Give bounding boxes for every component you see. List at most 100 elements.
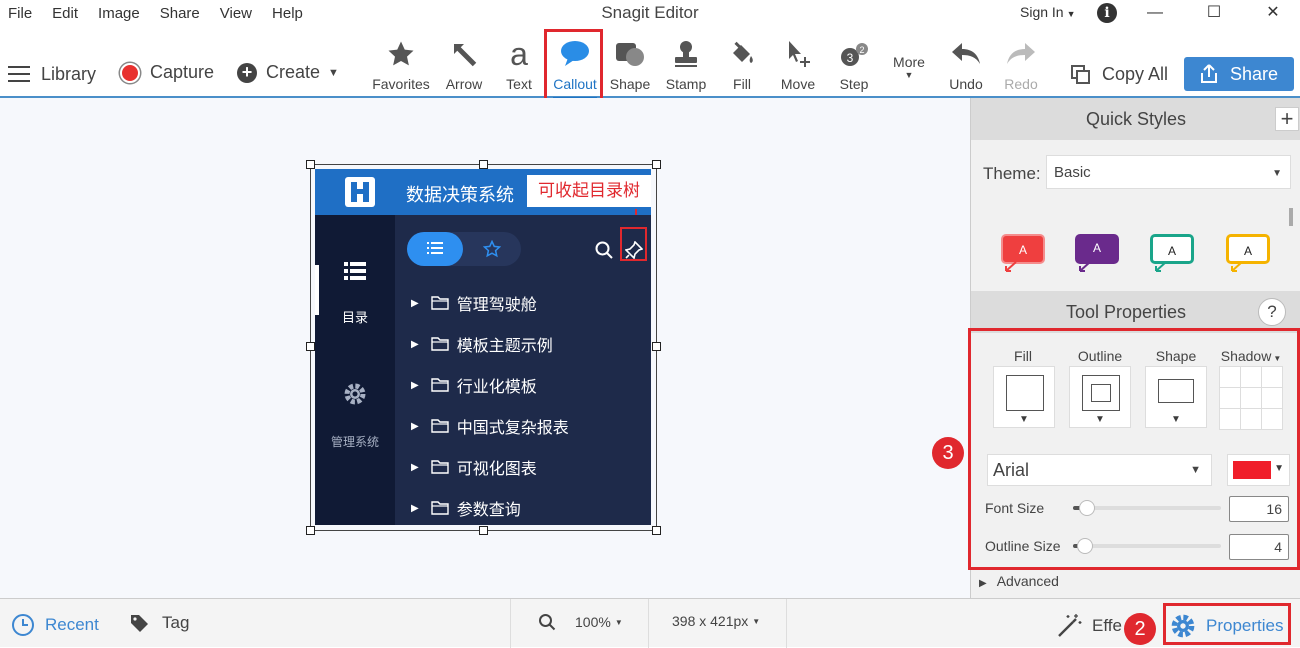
sign-in-label: Sign In <box>1020 4 1064 20</box>
divider <box>648 599 649 648</box>
tool-move[interactable]: Move <box>768 38 828 92</box>
tree-item[interactable]: ▶ 模板主题示例 <box>411 332 553 356</box>
shape-icon <box>600 38 660 70</box>
menu-help[interactable]: Help <box>272 5 303 22</box>
menu-view[interactable]: View <box>220 5 252 22</box>
record-icon <box>120 62 140 83</box>
advanced-section-toggle[interactable]: ▶ Advanced <box>979 573 1059 589</box>
redo-label: Redo <box>1004 76 1038 92</box>
resize-handle[interactable] <box>479 526 488 535</box>
tool-arrow[interactable]: Arrow <box>434 38 494 92</box>
sidebar-item-admin[interactable]: 管理系统 <box>315 433 395 450</box>
folder-icon <box>431 296 449 310</box>
theme-value: Basic <box>1054 164 1091 181</box>
undo-label: Undo <box>949 76 983 92</box>
chevron-down-icon: ▼ <box>328 66 339 79</box>
tree-item[interactable]: ▶ 管理驾驶舱 <box>411 291 537 315</box>
tool-stamp[interactable]: Stamp <box>656 38 716 92</box>
sidebar-item-catalog[interactable]: 目录 <box>315 307 395 326</box>
svg-text:2: 2 <box>859 45 864 55</box>
help-button[interactable]: ? <box>1258 298 1286 326</box>
redo-button[interactable]: Redo <box>991 38 1051 92</box>
copy-icon <box>1071 64 1091 85</box>
theme-select[interactable]: Basic ▼ <box>1046 155 1291 189</box>
callout-annotation[interactable]: 可收起目录树 <box>527 175 651 207</box>
effects-label: Effe <box>1092 616 1122 635</box>
capture-button[interactable]: Capture <box>120 62 214 83</box>
close-button[interactable]: ✕ <box>1258 2 1288 24</box>
tool-label: Arrow <box>445 76 483 92</box>
quick-style-teal[interactable]: A <box>1150 234 1194 264</box>
undo-button[interactable]: Undo <box>936 38 996 92</box>
folder-icon <box>431 501 449 515</box>
quick-style-red[interactable]: A <box>1001 234 1045 264</box>
share-button[interactable]: Share <box>1184 57 1294 91</box>
list-icon <box>344 262 366 280</box>
quick-style-purple[interactable]: A <box>1075 234 1119 264</box>
tree-item[interactable]: ▶ 中国式复杂报表 <box>411 414 569 438</box>
folder-icon <box>431 378 449 392</box>
chevron-down-icon: ▼ <box>904 70 914 80</box>
list-view-toggle[interactable] <box>407 232 463 266</box>
copy-all-button[interactable]: Copy All <box>1071 64 1168 85</box>
menu-share[interactable]: Share <box>160 5 200 22</box>
tool-text[interactable]: a Text <box>489 38 549 92</box>
tag-button[interactable]: Tag <box>129 613 189 633</box>
resize-handle[interactable] <box>306 342 315 351</box>
effects-button[interactable]: Effe <box>1056 613 1122 639</box>
resize-handle[interactable] <box>306 526 315 535</box>
properties-highlight-box <box>1163 603 1291 645</box>
expand-triangle-icon: ▶ <box>411 379 419 391</box>
chevron-down-icon: ▼ <box>1066 9 1076 19</box>
star-outline-icon[interactable] <box>483 240 501 258</box>
tree-item-label: 可视化图表 <box>456 459 537 478</box>
tree-item-label: 管理驾驶舱 <box>456 295 537 314</box>
search-icon[interactable] <box>595 241 613 259</box>
search-icon <box>539 614 556 631</box>
menu-file[interactable]: File <box>8 5 32 22</box>
resize-handle[interactable] <box>306 160 315 169</box>
sign-in-menu[interactable]: Sign In ▼ <box>1020 4 1076 20</box>
chevron-down-icon: ▼ <box>752 616 761 626</box>
tool-step[interactable]: 32 Step <box>824 38 884 92</box>
embedded-screenshot[interactable]: 数据决策系统 可收起目录树 目录 管理系统 ▶ 管理驾驶舱 ▶ 模板主题示例 ▶ 行业… <box>315 169 651 525</box>
tool-label: Move <box>780 76 816 92</box>
more-tools-button[interactable]: More ▼ <box>887 54 931 80</box>
tree-item[interactable]: ▶ 可视化图表 <box>411 455 537 479</box>
swatch-pointer-icon <box>1079 261 1091 272</box>
resize-handle[interactable] <box>652 160 661 169</box>
resize-handle[interactable] <box>652 342 661 351</box>
resize-handle[interactable] <box>479 160 488 169</box>
zoom-control[interactable]: 100% ▼ <box>538 613 623 631</box>
tool-fill[interactable]: Fill <box>712 38 772 92</box>
recent-label: Recent <box>45 615 99 634</box>
image-size-control[interactable]: 398 x 421px ▼ <box>672 613 760 629</box>
scrollbar[interactable] <box>1289 208 1293 226</box>
minimize-button[interactable]: — <box>1140 2 1170 24</box>
tool-favorites[interactable]: Favorites <box>371 38 431 92</box>
divider <box>786 599 787 648</box>
menu-image[interactable]: Image <box>98 5 140 22</box>
folder-icon <box>431 460 449 474</box>
fill-bucket-icon <box>712 38 772 70</box>
redo-icon <box>991 38 1051 70</box>
tree-item[interactable]: ▶ 行业化模板 <box>411 373 537 397</box>
resize-handle[interactable] <box>652 526 661 535</box>
recent-button[interactable]: Recent <box>11 613 99 637</box>
view-toggle[interactable] <box>407 232 521 266</box>
folder-icon <box>431 337 449 351</box>
library-button[interactable]: Library <box>8 62 96 86</box>
tree-item[interactable]: ▶ 参数查询 <box>411 496 521 520</box>
create-button[interactable]: + Create ▼ <box>237 62 339 83</box>
arrow-icon <box>434 38 494 70</box>
expand-triangle-icon: ▶ <box>979 578 987 589</box>
quick-style-yellow[interactable]: A <box>1226 234 1270 264</box>
maximize-button[interactable]: ☐ <box>1199 2 1229 24</box>
app-logo-icon <box>345 177 375 207</box>
menu-edit[interactable]: Edit <box>52 5 78 22</box>
tool-shape[interactable]: Shape <box>600 38 660 92</box>
step-badge-3: 3 <box>932 437 964 469</box>
add-style-button[interactable]: + <box>1275 107 1299 131</box>
tool-label: Fill <box>733 76 751 92</box>
info-icon[interactable]: i <box>1097 3 1117 23</box>
